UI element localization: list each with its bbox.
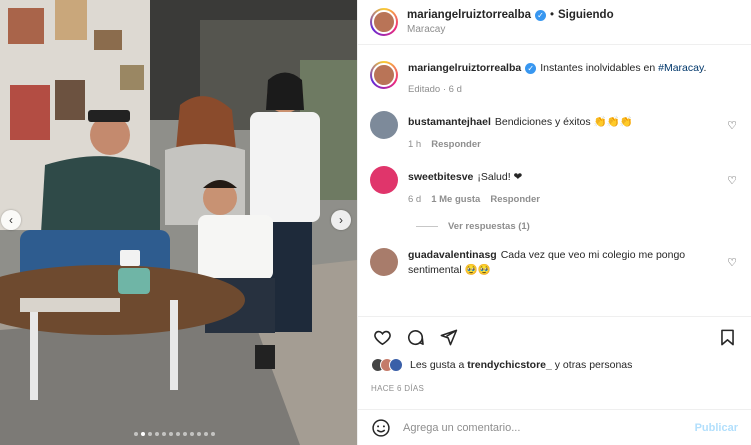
next-image-button[interactable]: › <box>331 210 351 230</box>
comment-text: ¡Salud! ❤ <box>477 171 523 183</box>
heart-icon <box>373 330 391 346</box>
caption-username[interactable]: mariangelruiztorrealba <box>408 62 521 74</box>
commenter-avatar[interactable] <box>370 111 398 139</box>
post-actions-bar <box>358 316 751 358</box>
share-icon <box>440 329 457 346</box>
caption: mariangelruiztorrealba ✓ Instantes inolvid… <box>370 61 739 95</box>
comment-time: 1 h <box>408 139 422 150</box>
likes-prefix: Les gusta a <box>410 359 465 371</box>
following-button[interactable]: Siguiendo <box>558 9 614 21</box>
hashtag-link[interactable]: #Maracay <box>658 62 703 74</box>
replies-divider <box>416 226 438 227</box>
verified-badge-icon: ✓ <box>534 9 546 21</box>
carousel-dot-active <box>141 432 145 436</box>
view-replies-label[interactable]: Ver respuestas (1) <box>448 221 530 232</box>
comment-item: guadavalentinasg Cada vez que veo mi cole… <box>370 248 739 278</box>
commenter-avatar[interactable] <box>370 248 398 276</box>
caption-suffix: . <box>703 62 707 74</box>
reply-button[interactable]: Responder <box>490 194 540 205</box>
caption-avatar[interactable] <box>370 61 398 89</box>
liker-avatar <box>389 358 403 372</box>
likes-suffix: y otras personas <box>554 359 633 371</box>
save-button[interactable] <box>716 327 738 349</box>
post-media[interactable]: ‹ › <box>0 0 357 445</box>
comment-button[interactable] <box>404 327 426 349</box>
chevron-left-icon: ‹ <box>9 213 13 227</box>
comment-input[interactable] <box>403 421 695 434</box>
liker-username[interactable]: trendychicstore_ <box>467 359 552 371</box>
post-details-panel: mariangelruiztorrealba ✓ • Siguiendo Mar… <box>357 0 751 445</box>
comment-username[interactable]: bustamantejhael <box>408 116 491 128</box>
caption-meta: Editado · 6 d <box>408 84 462 95</box>
chevron-right-icon: › <box>339 213 343 227</box>
carousel-dot <box>190 432 194 436</box>
comment-like-heart-icon[interactable]: ♡ <box>727 174 737 187</box>
previous-image-button[interactable]: ‹ <box>1 210 21 230</box>
comment-time: 6 d <box>408 194 422 205</box>
comment-username[interactable]: guadavalentinasg <box>408 249 497 261</box>
comment-like-heart-icon[interactable]: ♡ <box>727 119 737 132</box>
share-button[interactable] <box>437 327 459 349</box>
carousel-dot <box>148 432 152 436</box>
carousel-dot <box>197 432 201 436</box>
emoji-icon[interactable] <box>371 418 391 438</box>
carousel-dot <box>134 432 138 436</box>
carousel-dot <box>162 432 166 436</box>
comment-item: sweetbitesve ¡Salud! ❤ 6 d 1 Me gusta Res… <box>370 166 739 205</box>
comments-list[interactable]: mariangelruiztorrealba ✓ Instantes inolvid… <box>358 46 751 316</box>
comment-username[interactable]: sweetbitesve <box>408 171 473 183</box>
post-timestamp[interactable]: HACE 6 DÍAS <box>371 384 424 393</box>
comment-text: Bendiciones y éxitos 👏👏👏 <box>494 116 633 128</box>
reply-button[interactable]: Responder <box>431 139 481 150</box>
bookmark-icon <box>720 329 734 346</box>
commenter-avatar[interactable] <box>370 166 398 194</box>
header-separator: • <box>549 9 555 21</box>
comment-icon <box>407 330 424 346</box>
comment-like-heart-icon[interactable]: ♡ <box>727 256 737 269</box>
carousel-dot <box>183 432 187 436</box>
comment-likes-count[interactable]: 1 Me gusta <box>431 194 480 205</box>
carousel-dot <box>155 432 159 436</box>
publish-button[interactable]: Publicar <box>695 422 738 434</box>
post-photo <box>0 0 357 445</box>
carousel-dot <box>176 432 180 436</box>
author-username[interactable]: mariangelruiztorrealba <box>407 9 531 21</box>
carousel-dot <box>211 432 215 436</box>
carousel-indicator <box>134 432 215 436</box>
carousel-dot <box>204 432 208 436</box>
author-avatar[interactable] <box>370 8 398 36</box>
post-header: mariangelruiztorrealba ✓ • Siguiendo Mar… <box>358 0 751 45</box>
add-comment-bar: Publicar <box>358 409 751 445</box>
caption-text: Instantes inolvidables en <box>540 62 656 74</box>
post-location[interactable]: Maracay <box>407 24 614 35</box>
view-replies-button[interactable]: Ver respuestas (1) <box>416 221 739 232</box>
likes-summary[interactable]: Les gusta a trendychicstore_ y otras per… <box>371 358 632 372</box>
verified-badge-icon: ✓ <box>525 63 537 74</box>
carousel-dot <box>169 432 173 436</box>
like-button[interactable] <box>371 327 393 349</box>
comment-item: bustamantejhael Bendiciones y éxitos 👏👏👏 … <box>370 111 739 150</box>
